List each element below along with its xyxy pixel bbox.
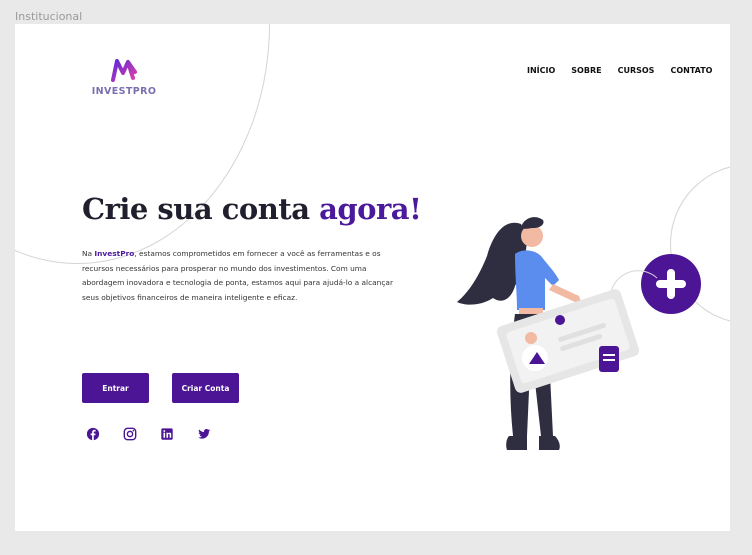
social-links [86, 427, 234, 441]
linkedin-icon[interactable] [160, 427, 174, 441]
twitter-icon[interactable] [197, 427, 211, 441]
hero-title: Crie sua conta agora! [82, 192, 422, 226]
signup-button[interactable]: Criar Conta [172, 373, 239, 403]
main-nav: INÍCIO SOBRE CURSOS CONTATO [527, 66, 712, 75]
desc-before: Na [82, 249, 95, 258]
frame-label: Institucional [15, 10, 83, 23]
brand-logo[interactable]: INVESTPRO [88, 58, 160, 97]
instagram-icon[interactable] [123, 427, 137, 441]
nav-item-contato[interactable]: CONTATO [670, 66, 712, 75]
nav-item-cursos[interactable]: CURSOS [618, 66, 655, 75]
brand-name: INVESTPRO [91, 86, 157, 97]
desc-brand: InvestPro [94, 249, 135, 258]
hero-description: Na InvestPro, estamos comprometidos em f… [82, 247, 402, 305]
hero-title-main: Crie sua conta [82, 192, 320, 226]
login-button[interactable]: Entrar [82, 373, 149, 403]
plus-badge-icon [641, 254, 701, 314]
nav-item-inicio[interactable]: INÍCIO [527, 66, 555, 75]
hero-title-accent: agora! [319, 192, 422, 226]
landing-page: INVESTPRO INÍCIO SOBRE CURSOS CONTATO Cr… [15, 24, 730, 531]
facebook-icon[interactable] [86, 427, 100, 441]
logo-mark-icon [111, 59, 137, 82]
nav-item-sobre[interactable]: SOBRE [571, 66, 601, 75]
hero-illustration [457, 217, 701, 450]
